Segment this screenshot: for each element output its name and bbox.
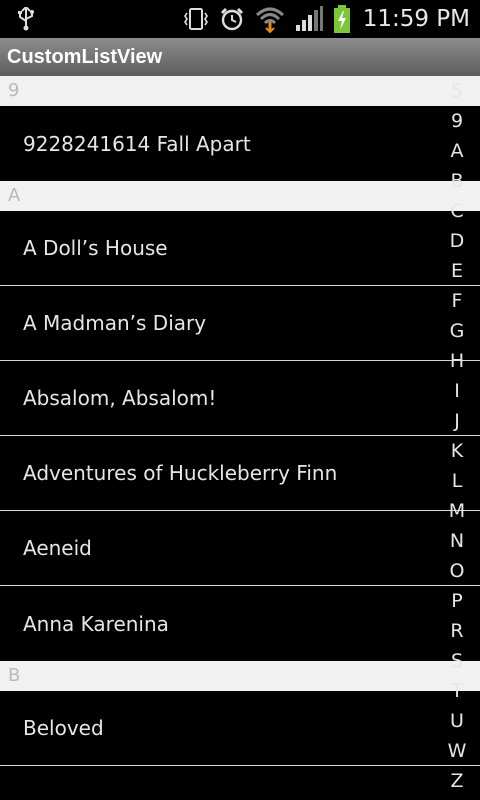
status-bar: 11:59 PM xyxy=(0,0,480,38)
vibrate-icon xyxy=(183,6,209,32)
index-letter-l[interactable]: L xyxy=(440,470,474,492)
index-letter-d[interactable]: D xyxy=(440,230,474,252)
list-item[interactable]: A Madman’s Diary xyxy=(0,286,480,361)
section-header-a: A xyxy=(0,181,480,211)
index-letter-b[interactable]: B xyxy=(440,170,474,192)
book-list[interactable]: 9 9228241614 Fall Apart A A Doll’s House… xyxy=(0,76,480,800)
battery-charging-icon xyxy=(333,5,351,33)
index-letter-a[interactable]: A xyxy=(440,140,474,162)
usb-icon xyxy=(16,5,36,35)
index-letter-9[interactable]: 9 xyxy=(440,110,474,132)
index-letter-5[interactable]: 5 xyxy=(440,80,474,102)
list-item[interactable]: Beloved xyxy=(0,691,480,766)
index-letter-i[interactable]: I xyxy=(440,380,474,402)
list-item[interactable]: Aeneid xyxy=(0,511,480,586)
index-letter-w[interactable]: W xyxy=(440,740,474,762)
index-letter-h[interactable]: H xyxy=(440,350,474,372)
wifi-icon xyxy=(255,5,285,33)
list-item[interactable]: Anna Karenina xyxy=(0,586,480,661)
list-item[interactable]: Absalom, Absalom! xyxy=(0,361,480,436)
index-letter-o[interactable]: O xyxy=(440,560,474,582)
index-letter-u[interactable]: U xyxy=(440,710,474,732)
index-letter-p[interactable]: P xyxy=(440,590,474,612)
index-letter-s[interactable]: S xyxy=(440,650,474,672)
index-letter-f[interactable]: F xyxy=(440,290,474,312)
index-letter-c[interactable]: C xyxy=(440,200,474,222)
app-title-bar: CustomListView xyxy=(0,38,480,77)
index-letter-m[interactable]: M xyxy=(440,500,474,522)
list-item[interactable]: 9228241614 Fall Apart xyxy=(0,106,480,181)
index-letter-j[interactable]: J xyxy=(440,410,474,432)
list-item[interactable]: Adventures of Huckleberry Finn xyxy=(0,436,480,511)
app-title: CustomListView xyxy=(7,46,163,68)
index-letter-t[interactable]: T xyxy=(440,680,474,702)
list-item[interactable]: A Doll’s House xyxy=(0,211,480,286)
index-letter-r[interactable]: R xyxy=(440,620,474,642)
alarm-icon xyxy=(219,6,245,32)
index-letter-e[interactable]: E xyxy=(440,260,474,282)
status-clock: 11:59 PM xyxy=(362,6,470,32)
section-header-9: 9 xyxy=(0,76,480,106)
index-letter-g[interactable]: G xyxy=(440,320,474,342)
index-letter-n[interactable]: N xyxy=(440,530,474,552)
index-letter-z[interactable]: Z xyxy=(440,770,474,792)
index-letter-k[interactable]: K xyxy=(440,440,474,462)
section-header-b: B xyxy=(0,661,480,691)
signal-icon xyxy=(295,6,323,32)
alphabet-index[interactable]: 5 9 ABCDEFGHIJKLMNOPRSTUWZ xyxy=(440,76,480,800)
